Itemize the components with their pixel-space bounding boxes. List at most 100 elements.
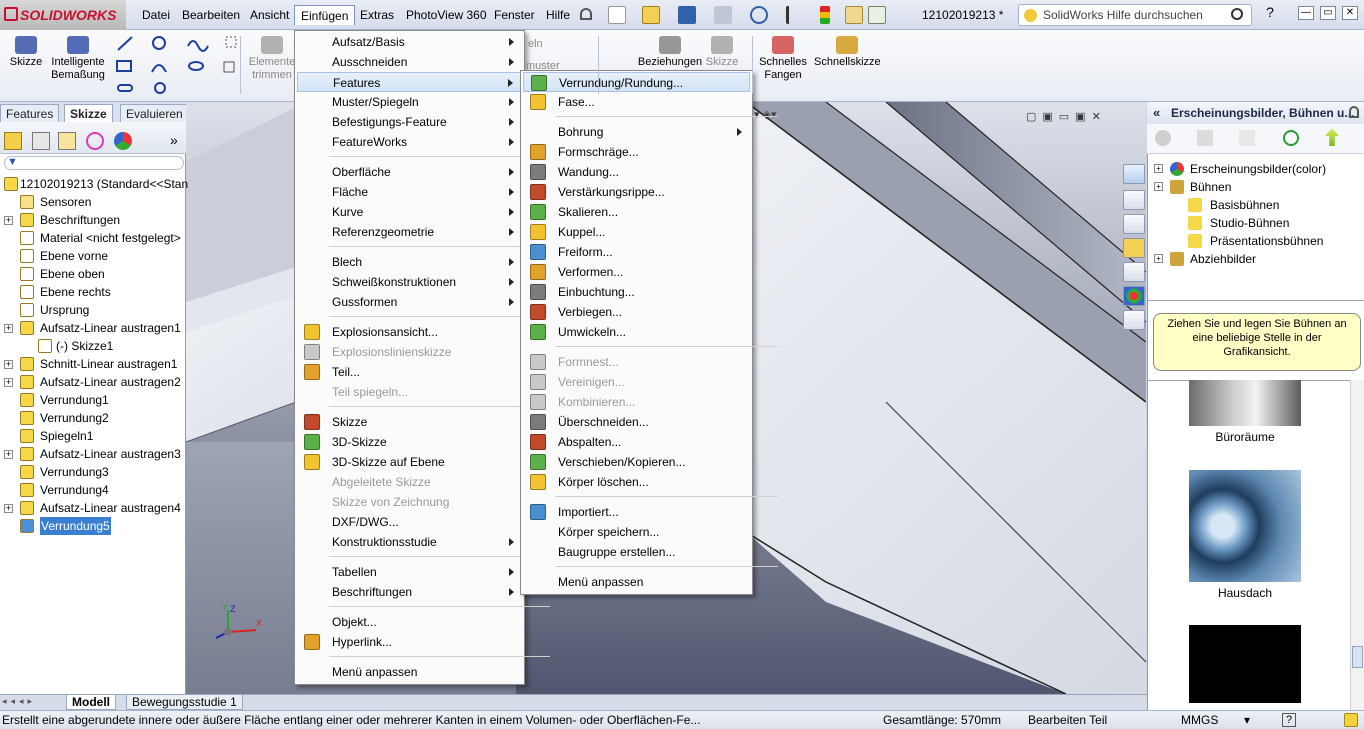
- tab-scroll-arrows-icon[interactable]: ◂◂◂▸: [2, 696, 62, 709]
- tree-node[interactable]: Ebene oben: [0, 265, 186, 283]
- search-icon[interactable]: [1231, 8, 1243, 20]
- tree-node[interactable]: Ebene vorne: [0, 247, 186, 265]
- expand-toggle-icon[interactable]: +: [4, 450, 13, 459]
- imported-menu-item[interactable]: Importiert...: [523, 502, 750, 522]
- delete-body-menu-item[interactable]: Körper löschen...: [523, 472, 750, 492]
- menu-hilfe[interactable]: Hilfe: [540, 5, 576, 25]
- befestigungs-feature-menu-item[interactable]: Befestigungs-Feature: [297, 112, 522, 132]
- tab-evaluieren[interactable]: Evaluieren: [120, 104, 189, 122]
- aufsatz-basis-menu-item[interactable]: Aufsatz/Basis: [297, 32, 522, 52]
- appearance-tree-node[interactable]: + Bühnen: [1150, 178, 1360, 196]
- sketch-menu-item[interactable]: Skizze: [297, 412, 522, 432]
- appearance-tree-node[interactable]: + Erscheinungsbilder(color): [1150, 160, 1360, 178]
- help-button[interactable]: ?: [1282, 713, 1296, 727]
- move-copy-menu-item[interactable]: Verschieben/Kopieren...: [523, 452, 750, 472]
- ribbon-button-beziehungen[interactable]: Beziehungen: [634, 32, 706, 96]
- tree-node[interactable]: Spiegeln1: [0, 427, 186, 445]
- custom-properties-icon[interactable]: [1123, 310, 1145, 330]
- tabellen-menu-item[interactable]: Tabellen: [297, 562, 522, 582]
- menu-ansicht[interactable]: Ansicht: [244, 5, 295, 25]
- close-button[interactable]: ✕: [1342, 6, 1358, 20]
- expand-toggle-icon[interactable]: +: [1154, 254, 1163, 263]
- expand-toggle-icon[interactable]: +: [4, 216, 13, 225]
- indent-menu-item[interactable]: Einbuchtung...: [523, 282, 750, 302]
- tree-node[interactable]: + Aufsatz-Linear austragen2: [0, 373, 186, 391]
- design-library-icon[interactable]: [1123, 214, 1145, 234]
- rebuild-status-icon[interactable]: [1344, 713, 1358, 727]
- solidworks-logo[interactable]: SOLIDWORKS: [0, 0, 126, 30]
- deform-menu-item[interactable]: Verformen...: [523, 262, 750, 282]
- expand-toggle-icon[interactable]: +: [1154, 164, 1163, 173]
- pin-icon[interactable]: [1349, 106, 1359, 118]
- expand-toggle-icon[interactable]: +: [4, 378, 13, 387]
- tree-node[interactable]: + Aufsatz-Linear austragen1: [0, 319, 186, 337]
- save-icon[interactable]: [678, 6, 696, 24]
- scene-thumb-hausdach[interactable]: [1189, 470, 1301, 582]
- folder-icon[interactable]: [1197, 130, 1213, 146]
- tree-node[interactable]: Ebene rechts: [0, 283, 186, 301]
- tree-node[interactable]: Verrundung4: [0, 481, 186, 499]
- baugruppe-erstellen-menu-item[interactable]: Baugruppe erstellen...: [523, 542, 750, 562]
- select-icon[interactable]: [786, 6, 796, 24]
- gallery-scrollbar[interactable]: [1350, 380, 1364, 710]
- unit-dropdown-icon[interactable]: ▾: [1244, 711, 1250, 729]
- tree-node[interactable]: + Aufsatz-Linear austragen3: [0, 445, 186, 463]
- tree-node[interactable]: 12102019213 (Standard<<Stan: [0, 175, 188, 193]
- referenzgeometrie-menu-item[interactable]: Referenzgeometrie: [297, 222, 522, 242]
- konstruktionsstudie-menu-item[interactable]: Konstruktionsstudie: [297, 532, 522, 552]
- tab-skizze[interactable]: Skizze: [64, 104, 113, 122]
- help-search-input[interactable]: SolidWorks Hilfe durchsuchen: [1018, 4, 1252, 26]
- expand-toggle-icon[interactable]: +: [1154, 182, 1163, 191]
- muster-spiegeln-menu-item[interactable]: Muster/Spiegeln: [297, 92, 522, 112]
- dxf-dwg-menu-item[interactable]: DXF/DWG...: [297, 512, 522, 532]
- rebuild-icon[interactable]: [820, 6, 830, 24]
- dimxpert-manager-icon[interactable]: [86, 132, 104, 150]
- tree-node[interactable]: Verrundung5: [0, 517, 186, 535]
- expand-toggle-icon[interactable]: +: [4, 504, 13, 513]
- beschriftungen-menu-item[interactable]: Beschriftungen: [297, 582, 522, 602]
- körper-speichern-menu-item[interactable]: Körper speichern...: [523, 522, 750, 542]
- blech-menu-item[interactable]: Blech: [297, 252, 522, 272]
- bohrung-menu-item[interactable]: Bohrung: [523, 122, 750, 142]
- tree-node[interactable]: Material <nicht festgelegt>: [0, 229, 186, 247]
- options-icon[interactable]: [868, 6, 886, 24]
- tree-node[interactable]: Ursprung: [0, 301, 186, 319]
- tree-node[interactable]: Verrundung2: [0, 409, 186, 427]
- help-dropdown-button[interactable]: ?: [1262, 5, 1278, 20]
- viewport-window-controls[interactable]: ▢▣▭▣✕: [1026, 110, 1136, 126]
- hyperlink-menu-item[interactable]: Hyperlink...: [297, 632, 522, 652]
- shell-menu-item[interactable]: Wandung...: [523, 162, 750, 182]
- file-explorer-icon[interactable]: [1123, 238, 1145, 258]
- freeform-menu-item[interactable]: Freiform...: [523, 242, 750, 262]
- tree-node[interactable]: Sensoren: [0, 193, 186, 211]
- appearances-icon[interactable]: [1123, 286, 1145, 306]
- configuration-manager-icon[interactable]: [58, 132, 76, 150]
- sketch-tools-icon[interactable]: [114, 34, 238, 94]
- dome-menu-item[interactable]: Kuppel...: [523, 222, 750, 242]
- menu-einf-gen[interactable]: Einfügen: [294, 5, 356, 25]
- ribbon-button-schnelles[interactable]: Schnelles Fangen: [756, 32, 810, 96]
- tree-node[interactable]: Verrundung1: [0, 391, 186, 409]
- scrollbar-thumb[interactable]: [1352, 646, 1363, 668]
- minimize-button[interactable]: —: [1298, 6, 1314, 20]
- add-folder-icon[interactable]: [1239, 130, 1255, 146]
- kurve-menu-item[interactable]: Kurve: [297, 202, 522, 222]
- menu-bearbeiten[interactable]: Bearbeiten: [176, 5, 246, 25]
- tree-node[interactable]: + Schnitt-Linear austragen1: [0, 355, 186, 373]
- restore-button[interactable]: ▭: [1320, 6, 1336, 20]
- expand-toggle-icon[interactable]: +: [4, 360, 13, 369]
- print-icon[interactable]: [714, 6, 732, 24]
- menü-anpassen-menu-item[interactable]: Menü anpassen: [297, 662, 522, 682]
- menu-photoview-360[interactable]: PhotoView 360: [400, 5, 493, 25]
- back-icon[interactable]: [1155, 130, 1171, 146]
- unit-system[interactable]: MMGS: [1181, 711, 1218, 729]
- expand-panel-icon[interactable]: »: [170, 132, 178, 148]
- flex-menu-item[interactable]: Verbiegen...: [523, 302, 750, 322]
- tab-modell[interactable]: Modell: [66, 695, 116, 710]
- feature-manager-icon[interactable]: [4, 132, 22, 150]
- ausschneiden-menu-item[interactable]: Ausschneiden: [297, 52, 522, 72]
- view-palette-icon[interactable]: [1123, 262, 1145, 282]
- 3d-sketch-plane-menu-item[interactable]: 3D-Skizze auf Ebene: [297, 452, 522, 472]
- featureworks-menu-item[interactable]: FeatureWorks: [297, 132, 522, 152]
- draft-menu-item[interactable]: Formschräge...: [523, 142, 750, 162]
